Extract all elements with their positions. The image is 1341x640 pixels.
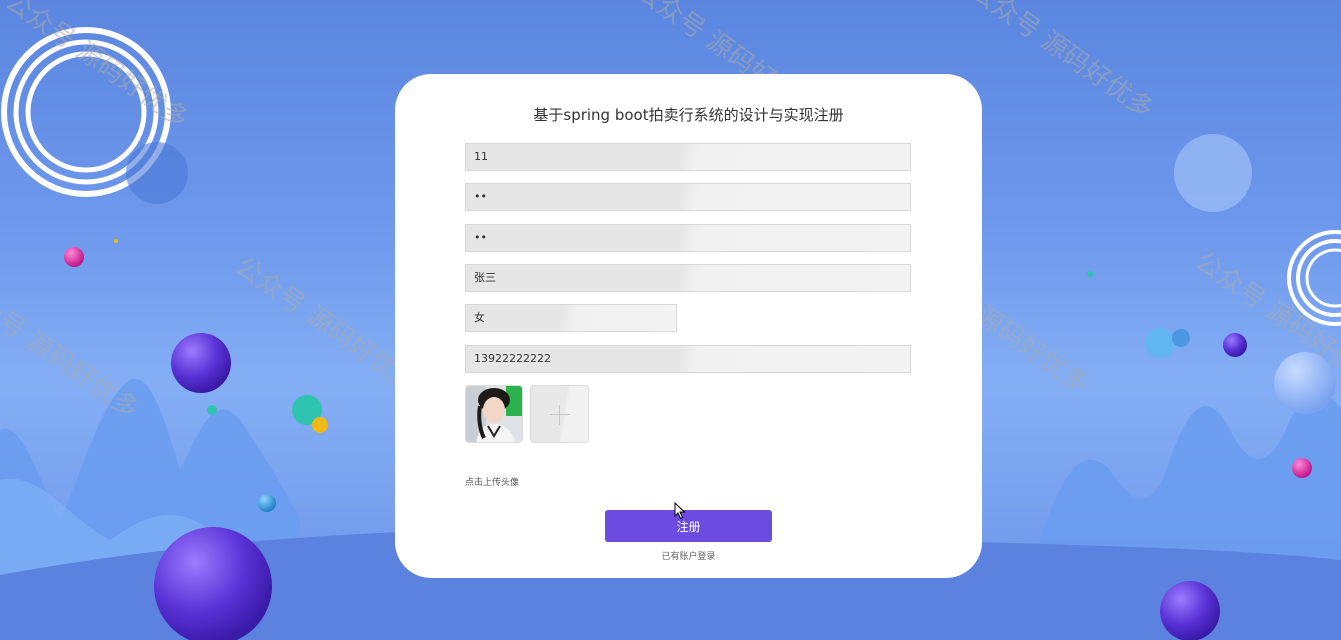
username-input[interactable]: 11 xyxy=(465,143,911,171)
login-link[interactable]: 已有账户登录 xyxy=(395,549,982,562)
register-button[interactable]: 注册 xyxy=(605,510,772,542)
phone-input[interactable]: 13922222222 xyxy=(465,345,911,373)
upload-avatar-button[interactable] xyxy=(530,385,589,443)
name-input[interactable]: 张三 xyxy=(465,264,911,292)
confirm-password-input[interactable]: •• xyxy=(465,224,911,252)
register-card: 基于spring boot拍卖行系统的设计与实现注册 11 •• •• 张三 女… xyxy=(395,74,982,578)
upload-avatar-label: 点击上传头像 xyxy=(465,478,520,488)
password-input[interactable]: •• xyxy=(465,183,911,211)
page-title: 基于spring boot拍卖行系统的设计与实现注册 xyxy=(533,106,844,124)
plus-icon-vertical xyxy=(559,405,560,425)
gender-select[interactable]: 女 xyxy=(465,304,677,332)
avatar-image-icon xyxy=(466,386,522,442)
mouse-cursor-icon xyxy=(674,502,686,520)
plus-icon xyxy=(550,414,570,415)
avatar-preview[interactable] xyxy=(465,385,523,443)
